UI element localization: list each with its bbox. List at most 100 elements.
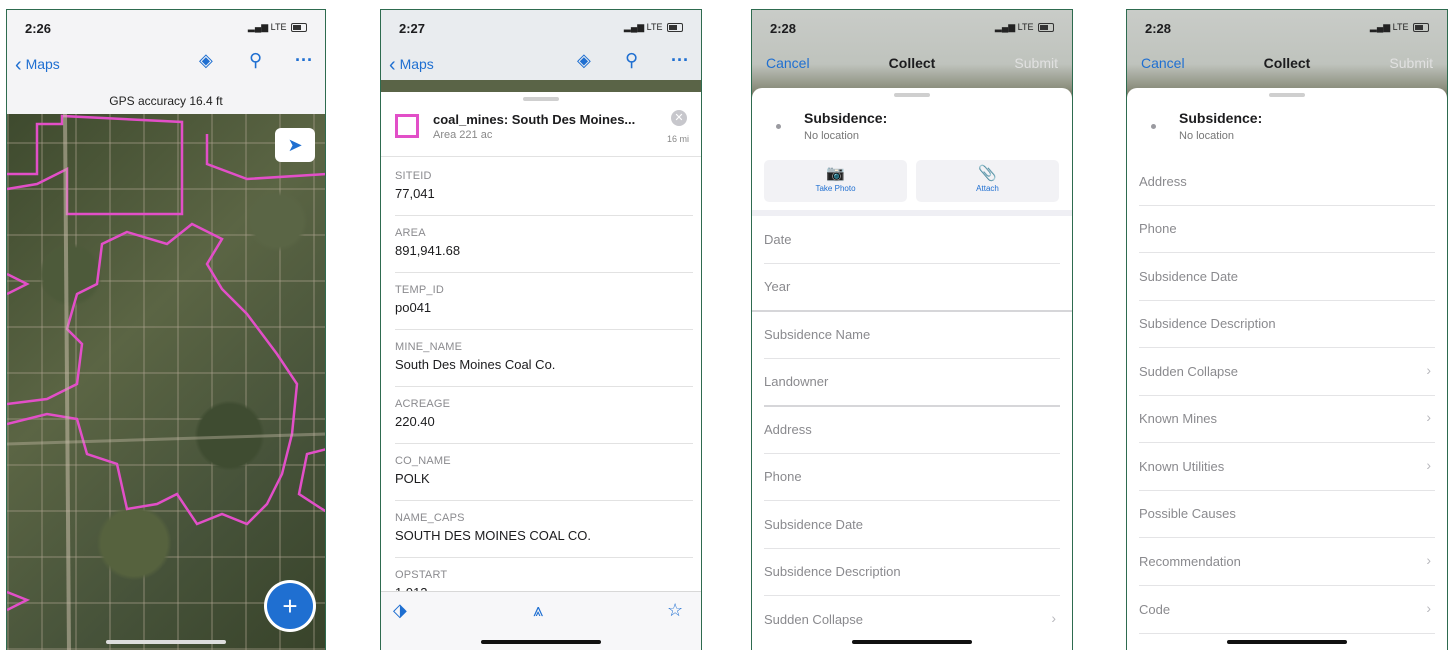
- attribute-row: CO_NAME POLK: [395, 443, 693, 501]
- phone-screen-collect-top: 2:28 ▂▄▆ LTE Cancel Collect Submit Subsi…: [751, 9, 1073, 650]
- layer-title: Subsidence:: [804, 110, 888, 126]
- form-field[interactable]: Code ›: [1139, 586, 1435, 634]
- form-field[interactable]: Sudden Collapse ›: [764, 596, 1060, 643]
- take-photo-button[interactable]: 📷 Take Photo: [764, 160, 907, 202]
- layers-icon[interactable]: ◈: [199, 50, 213, 71]
- form-field[interactable]: Known Utilities ›: [1139, 443, 1435, 491]
- back-button[interactable]: ‹ Maps: [389, 52, 434, 76]
- battery-icon: [667, 23, 683, 33]
- home-indicator: [852, 640, 972, 644]
- chevron-right-icon: ›: [1426, 552, 1431, 568]
- field-label: Year: [764, 279, 791, 294]
- form-field[interactable]: Possible Causes: [1139, 490, 1435, 538]
- navigation-bar: ‹ Maps ◈ ⚲ ···: [381, 42, 701, 82]
- satellite-map[interactable]: [7, 114, 325, 650]
- attribute-key: AREA: [395, 227, 426, 239]
- field-label: Sudden Collapse: [1139, 364, 1239, 379]
- directions-icon[interactable]: ⬗: [393, 600, 407, 621]
- form-field[interactable]: Landowner: [764, 358, 1060, 407]
- attribute-row: AREA 891,941.68: [395, 215, 693, 273]
- form-field[interactable]: Phone: [1139, 205, 1435, 253]
- field-label: Recommendation: [1139, 554, 1241, 569]
- form-field[interactable]: Year: [752, 263, 1072, 312]
- feature-subtitle: Area 221 ac: [433, 129, 493, 141]
- status-time: 2:28: [1145, 21, 1172, 36]
- attribute-value: 220.40: [395, 414, 435, 429]
- feature-title: coal_mines: South Des Moines...: [433, 112, 636, 127]
- field-label: Landowner: [764, 374, 829, 389]
- phone-screen-feature-details: 2:27 ▂▄▆ LTE ‹ Maps ◈ ⚲ ··· coal_mines: …: [380, 9, 702, 650]
- submit-button[interactable]: Submit: [1014, 55, 1058, 71]
- star-icon[interactable]: ☆: [667, 600, 683, 621]
- search-icon[interactable]: ⚲: [249, 50, 262, 71]
- field-label: Subsidence Description: [1139, 316, 1276, 331]
- chevron-right-icon: ›: [1426, 457, 1431, 473]
- take-photo-label: Take Photo: [815, 184, 856, 193]
- status-time: 2:27: [399, 21, 426, 36]
- status-time: 2:28: [770, 21, 797, 36]
- form-field[interactable]: Recommendation ›: [1139, 538, 1435, 586]
- more-icon[interactable]: ···: [671, 50, 689, 71]
- form-field[interactable]: Sudden Collapse ›: [1139, 348, 1435, 396]
- search-icon[interactable]: ⚲: [625, 50, 638, 71]
- signal-label: LTE: [1392, 22, 1409, 32]
- field-label: Phone: [1139, 221, 1177, 236]
- attribute-key: NAME_CAPS: [395, 512, 465, 524]
- form-field[interactable]: Subsidence Description: [1139, 300, 1435, 348]
- attribute-row: ACREAGE 220.40: [395, 386, 693, 444]
- navigation-bar: ‹ Maps ◈ ⚲ ···: [7, 42, 325, 82]
- plus-icon: +: [282, 591, 298, 621]
- attach-button[interactable]: 📎 Attach: [916, 160, 1059, 202]
- feature-toolbar: ⬗ ⩓ ☆: [381, 591, 701, 650]
- form-field[interactable]: Date: [764, 216, 1060, 264]
- location-dot-icon: [1151, 124, 1156, 129]
- status-signal: ▂▄▆ LTE: [248, 22, 307, 33]
- field-label: Code: [1139, 602, 1171, 617]
- attribute-row: MINE_NAME South Des Moines Coal Co.: [395, 329, 693, 387]
- attribute-value: 77,041: [395, 186, 435, 201]
- attribute-row: NAME_CAPS SOUTH DES MOINES COAL CO.: [395, 500, 693, 558]
- attribute-value: South Des Moines Coal Co.: [395, 357, 556, 372]
- attribute-row: SITEID 77,041: [395, 158, 693, 216]
- chevron-right-icon: ›: [1426, 362, 1431, 378]
- field-label: Subsidence Date: [1139, 269, 1239, 284]
- form-field[interactable]: Subsidence Date: [764, 501, 1060, 549]
- status-signal: ▂▄▆ LTE: [1370, 22, 1429, 33]
- attribute-value: SOUTH DES MOINES COAL CO.: [395, 528, 591, 543]
- feature-header: coal_mines: South Des Moines... Area 221…: [381, 100, 701, 157]
- form-field[interactable]: Subsidence Description: [764, 548, 1060, 596]
- form-field[interactable]: Address: [764, 406, 1060, 454]
- form-field[interactable]: Subsidence Date: [1139, 253, 1435, 301]
- back-button[interactable]: ‹ Maps: [15, 52, 60, 76]
- home-indicator: [1227, 640, 1347, 644]
- close-icon[interactable]: ✕: [671, 110, 687, 126]
- locate-button[interactable]: ➤: [275, 128, 315, 162]
- location-status: No location: [804, 130, 860, 142]
- attribute-key: SITEID: [395, 170, 432, 182]
- field-label: Known Utilities: [1139, 459, 1225, 474]
- status-bar: 2:27 ▂▄▆ LTE: [381, 10, 701, 38]
- form-field[interactable]: Subsidence Name: [764, 311, 1060, 359]
- add-feature-button[interactable]: +: [267, 583, 313, 629]
- field-label: Possible Causes: [1139, 506, 1236, 521]
- signal-label: LTE: [270, 22, 287, 32]
- battery-icon: [1413, 23, 1429, 33]
- signal-label: LTE: [1017, 22, 1034, 32]
- form-field[interactable]: Phone: [764, 453, 1060, 501]
- attribute-key: ACREAGE: [395, 398, 451, 410]
- submit-button[interactable]: Submit: [1389, 55, 1433, 71]
- camera-icon: 📷: [826, 165, 845, 182]
- home-indicator: [106, 640, 226, 644]
- chevron-right-icon: ›: [1426, 409, 1431, 425]
- form-field[interactable]: Known Mines ›: [1139, 395, 1435, 443]
- form-field[interactable]: Address: [1139, 158, 1435, 206]
- layers-icon[interactable]: ◈: [577, 50, 591, 71]
- collect-form: Subsidence: No location 📷 Take Photo 📎 A…: [752, 88, 1072, 650]
- paperclip-icon: 📎: [978, 165, 997, 182]
- battery-icon: [1038, 23, 1054, 33]
- chevron-left-icon: ‹: [389, 54, 396, 76]
- more-icon[interactable]: ···: [295, 50, 313, 71]
- mine-boundary-overlay: [7, 114, 325, 650]
- back-label: Maps: [399, 56, 434, 72]
- compass-arrow-icon[interactable]: ⩓: [533, 600, 543, 621]
